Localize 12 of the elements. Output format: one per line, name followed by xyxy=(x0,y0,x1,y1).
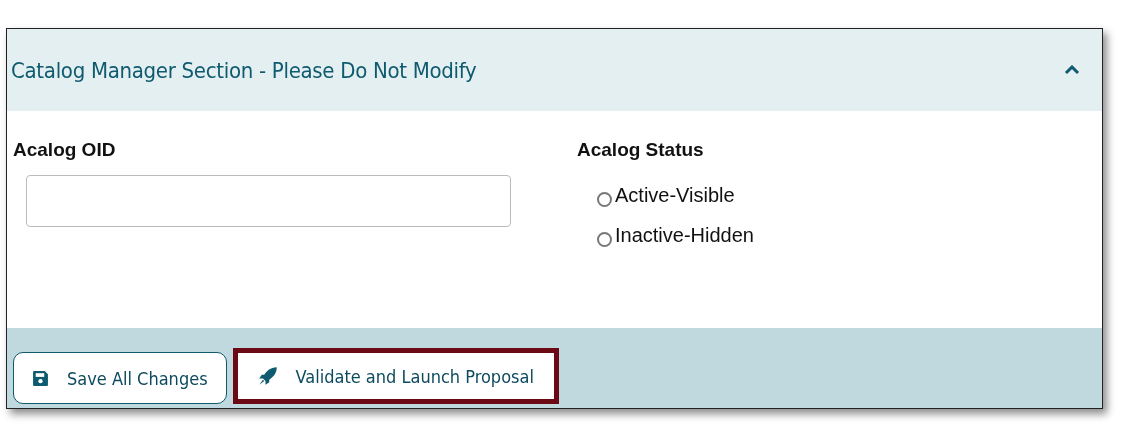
save-button[interactable]: Save All Changes xyxy=(13,352,227,404)
chevron-icon xyxy=(1064,65,1080,75)
radio-label: Active-Visible xyxy=(615,183,735,207)
radio-button[interactable] xyxy=(597,231,612,247)
radio-label: Inactive-Hidden xyxy=(615,223,754,247)
launch-button[interactable]: Validate and Launch Proposal xyxy=(232,348,559,404)
field-label: Acalog Status xyxy=(577,139,705,161)
section-title: Catalog Manager Section - Please Do Not Modify xyxy=(11,57,477,83)
field-label: Acalog OID xyxy=(13,139,117,161)
radio-button[interactable] xyxy=(597,191,612,207)
oid-input-field[interactable] xyxy=(26,175,511,227)
rocket-icon xyxy=(257,366,278,386)
